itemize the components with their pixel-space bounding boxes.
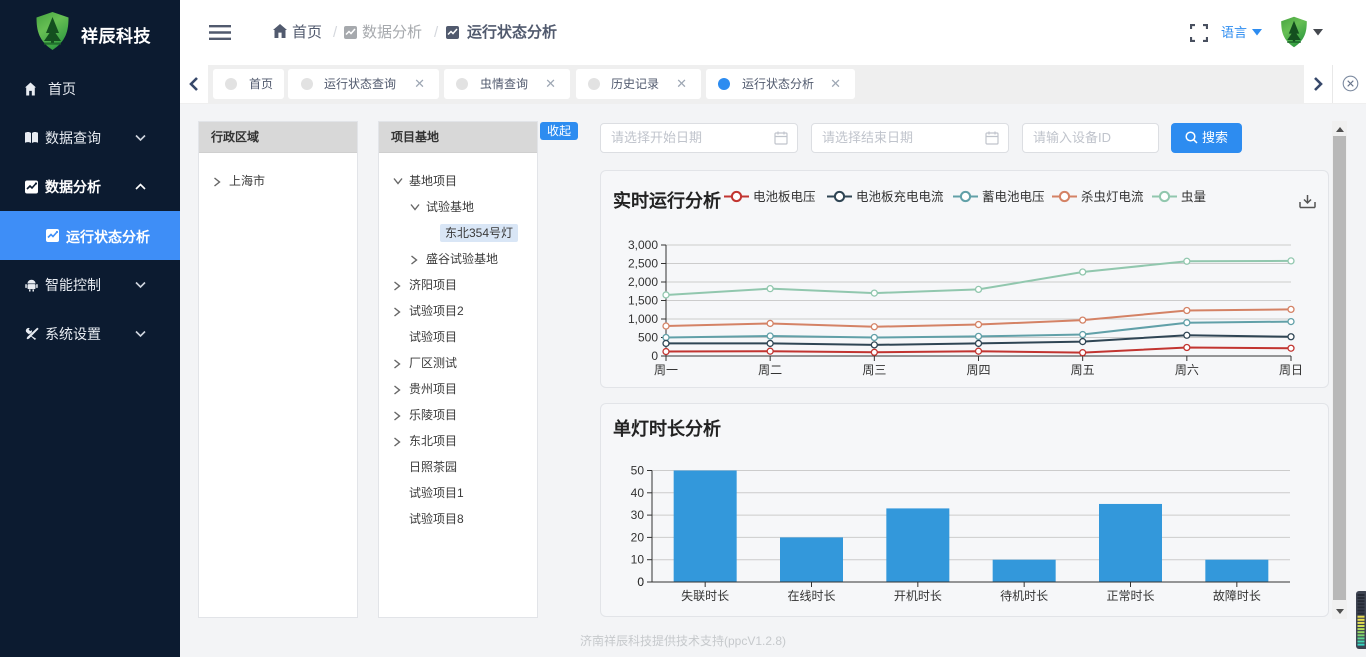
- svg-text:电池板充电电流: 电池板充电电流: [856, 189, 944, 204]
- svg-text:周四: 周四: [966, 363, 990, 377]
- svg-text:周一: 周一: [654, 363, 678, 377]
- svg-text:1,000: 1,000: [628, 312, 658, 326]
- svg-text:50: 50: [631, 464, 645, 478]
- svg-text:0: 0: [651, 349, 658, 363]
- svg-text:0: 0: [637, 575, 644, 589]
- svg-text:开机时长: 开机时长: [894, 589, 942, 603]
- svg-text:2,500: 2,500: [628, 257, 658, 271]
- svg-text:虫量: 虫量: [1181, 190, 1206, 204]
- svg-text:周日: 周日: [1279, 363, 1303, 377]
- svg-text:电池板电压: 电池板电压: [753, 190, 816, 204]
- svg-text:杀虫灯电流: 杀虫灯电流: [1081, 189, 1144, 204]
- svg-text:周三: 周三: [862, 363, 886, 377]
- svg-text:待机时长: 待机时长: [1000, 589, 1048, 603]
- svg-text:在线时长: 在线时长: [787, 589, 835, 603]
- svg-text:蓄电池电压: 蓄电池电压: [982, 190, 1045, 204]
- svg-text:40: 40: [631, 486, 645, 500]
- svg-text:500: 500: [638, 331, 658, 345]
- svg-text:故障时长: 故障时长: [1213, 588, 1261, 603]
- svg-text:正常时长: 正常时长: [1106, 589, 1154, 603]
- svg-text:30: 30: [631, 508, 645, 522]
- svg-text:周五: 周五: [1071, 363, 1095, 377]
- svg-text:2,000: 2,000: [628, 275, 658, 289]
- svg-text:1,500: 1,500: [628, 294, 658, 308]
- svg-text:失联时长: 失联时长: [681, 588, 729, 603]
- svg-text:10: 10: [631, 553, 645, 567]
- svg-text:3,000: 3,000: [628, 238, 658, 252]
- svg-text:周六: 周六: [1175, 363, 1199, 377]
- svg-text:周二: 周二: [758, 363, 782, 377]
- svg-text:20: 20: [631, 530, 645, 544]
